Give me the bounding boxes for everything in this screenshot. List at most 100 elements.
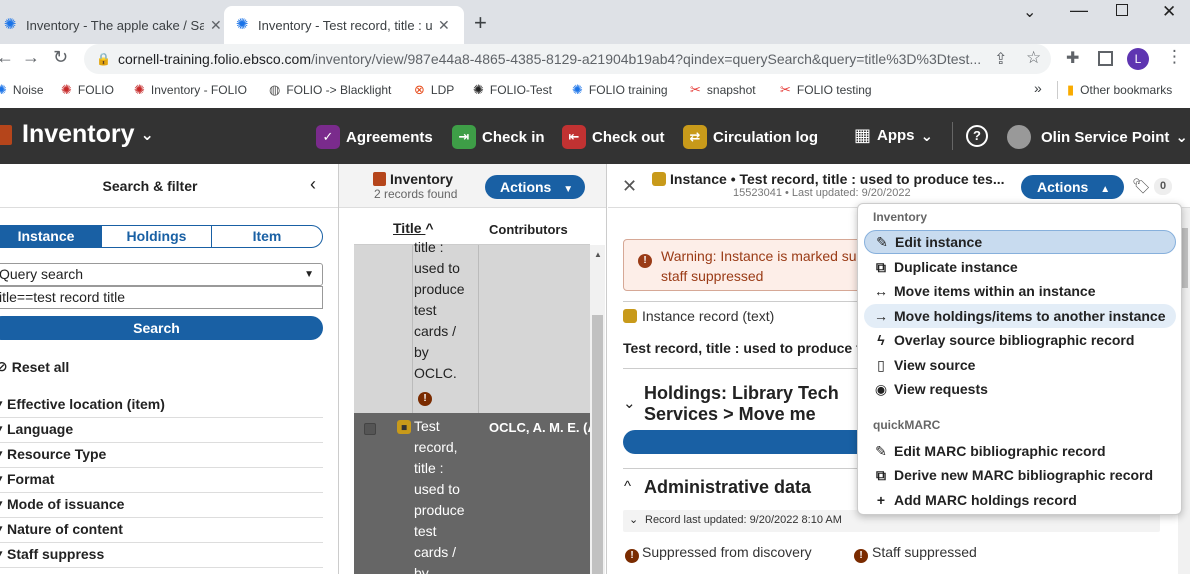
apps-menu-button[interactable]: ▦ Apps ⌄ (854, 125, 933, 146)
nav-circulation-log[interactable]: ⇄ Circulation log (683, 125, 818, 149)
maximize-button[interactable] (1116, 4, 1128, 16)
other-bookmarks[interactable]: ▮ Other bookmarks (1067, 82, 1172, 98)
browser-tab-1[interactable]: ✺ Inventory - The apple cake / Sand ✕ (0, 6, 222, 44)
segment-instance[interactable]: Instance (0, 225, 102, 248)
column-title[interactable]: Title ^ (393, 220, 434, 236)
bookmark-folio-blacklight[interactable]: ◍ FOLIO -> Blacklight (269, 82, 391, 98)
tag-count-badge: 0 (1154, 178, 1172, 195)
detail-actions-button[interactable]: Actions ▲ (1021, 175, 1124, 199)
menu-overlay-source-record[interactable]: ϟ Overlay source bibliographic record (864, 328, 1176, 352)
caret-up-icon: ▲ (1100, 184, 1111, 195)
holdings-heading[interactable]: Holdings: Library Tech Services > Move m… (644, 383, 839, 425)
bookmark-snapshot[interactable]: ✂ snapshot (690, 82, 756, 98)
bookmark-folio[interactable]: ✺ FOLIO (61, 82, 114, 98)
title-line: Test (414, 418, 440, 434)
menu-edit-instance[interactable]: ✎ Edit instance (864, 230, 1176, 254)
close-tab-icon[interactable]: ✕ (438, 17, 450, 34)
close-pane-icon[interactable]: ✕ (622, 176, 637, 197)
address-bar[interactable]: 🔒 cornell-training.folio.ebsco.com/inven… (84, 44, 1051, 74)
browser-tab-2[interactable]: ✺ Inventory - Test record, title : used … (224, 6, 464, 44)
profile-menu-button[interactable]: Olin Service Point ⌄ (1007, 125, 1188, 149)
menu-add-marc-holdings[interactable]: + Add MARC holdings record (864, 488, 1176, 512)
admin-heading[interactable]: Administrative data (644, 477, 811, 498)
nav-check-out[interactable]: ⇤ Check out (562, 125, 665, 149)
nav-agreements[interactable]: ✓ Agreements (316, 125, 433, 149)
reset-icon: ⊘ (0, 358, 8, 374)
title-line: cards / (414, 323, 457, 339)
facet-effective-location[interactable]: Effective location (item) (0, 393, 323, 418)
search-button[interactable]: Search (0, 316, 323, 340)
new-tab-button[interactable]: + (474, 10, 487, 36)
menu-view-requests[interactable]: ◉ View requests (864, 377, 1176, 401)
title-line: produce (414, 502, 465, 518)
column-contributors[interactable]: Contributors (489, 222, 568, 237)
scroll-up-icon[interactable]: ▲ (594, 250, 602, 259)
bookmark-ldp[interactable]: ⊗ LDP (414, 82, 454, 98)
menu-edit-marc-bib[interactable]: ✎ Edit MARC bibliographic record (864, 439, 1176, 463)
search-input[interactable]: itle==test record title (0, 286, 323, 309)
header-divider (952, 122, 953, 150)
gear-icon: ✺ (572, 82, 583, 97)
facet-mode-of-issuance[interactable]: Mode of issuance (0, 493, 323, 518)
app-title: Inventory (22, 120, 135, 148)
warning-icon: ! (418, 388, 432, 406)
more-bookmarks-button[interactable]: » (1034, 80, 1042, 96)
bookmark-folio-testing[interactable]: ✂ FOLIO testing (780, 82, 872, 98)
minimize-button[interactable]: — (1070, 0, 1088, 21)
menu-move-items-within[interactable]: ↔ Move items within an instance (864, 279, 1176, 303)
facet-nature-of-content[interactable]: Nature of content (0, 518, 323, 543)
table-row[interactable]: title : used to produce test cards / by OCLC. … (354, 239, 590, 413)
nav-check-in[interactable]: ⇥ Check in (452, 125, 545, 149)
help-icon[interactable]: ? (966, 125, 988, 147)
query-type-select[interactable]: Query search ▼ (0, 263, 323, 286)
facet-staff-suppress[interactable]: Staff suppress (0, 543, 323, 568)
menu-derive-marc-bib[interactable]: ⧉ Derive new MARC bibliographic record (864, 463, 1176, 487)
segment-holdings[interactable]: Holdings (101, 225, 212, 248)
facet-resource-type[interactable]: Resource Type (0, 443, 323, 468)
reset-all-button[interactable]: ⊘ Reset all (0, 358, 69, 375)
segment-item[interactable]: Item (211, 225, 323, 248)
scrollbar[interactable]: ▲ (590, 245, 605, 574)
close-window-button[interactable]: ✕ (1162, 2, 1176, 22)
tag-icon[interactable]: 🏷 (1132, 177, 1151, 195)
facet-format[interactable]: Format (0, 468, 323, 493)
reload-icon[interactable]: ↻ (53, 47, 68, 68)
tab-search-icon[interactable]: ⌄ (1023, 2, 1036, 22)
bookmark-star-icon[interactable]: ☆ (1026, 48, 1041, 68)
suppressed-from-discovery: Suppressed from discovery (642, 544, 812, 560)
results-actions-button[interactable]: Actions ▼ (485, 175, 585, 199)
marc-source-icon: ◾ (397, 420, 411, 434)
menu-duplicate-instance[interactable]: ⧉ Duplicate instance (864, 255, 1176, 279)
divider (623, 368, 873, 369)
collapse-pane-icon[interactable]: ‹ (310, 174, 316, 195)
menu-view-source[interactable]: ▯ View source (864, 353, 1176, 377)
facet-language[interactable]: Language (0, 418, 323, 443)
holdings-accordion-toggle[interactable]: ⌄ (623, 394, 636, 412)
table-row-selected[interactable]: ◾ Test record, title : used to produce test ca… (354, 413, 590, 581)
extensions-icon[interactable]: ✚ (1066, 48, 1079, 68)
bookmark-inventory-folio[interactable]: ✺ Inventory - FOLIO (134, 82, 247, 98)
add-item-button[interactable]: A (623, 430, 883, 454)
bookmark-noise[interactable]: ✺ Noise (0, 82, 44, 98)
gear-icon: ✺ (0, 82, 7, 97)
menu-item-label: Edit MARC bibliographic record (894, 443, 1106, 459)
close-tab-icon[interactable]: ✕ (210, 17, 222, 34)
query-type-value: Query search (0, 266, 84, 282)
menu-move-holdings-items[interactable]: → Move holdings/items to another instance (864, 304, 1176, 328)
arrow-right-icon: → (874, 308, 888, 324)
profile-avatar[interactable]: L (1127, 48, 1149, 70)
forward-icon[interactable]: → (22, 47, 40, 68)
admin-accordion-toggle[interactable]: ^ (624, 478, 631, 495)
share-icon[interactable]: ⇪ (994, 49, 1007, 69)
app-switcher[interactable]: Inventory ⌄ (22, 120, 154, 149)
gear-icon: ✺ (134, 82, 145, 97)
bookmark-folio-test[interactable]: ✺ FOLIO-Test (473, 82, 552, 98)
back-icon[interactable]: ← (0, 47, 14, 68)
scrollbar-thumb[interactable] (592, 315, 603, 574)
browser-menu-icon[interactable]: ⋮ (1166, 47, 1183, 67)
sidepanel-icon[interactable] (1098, 51, 1113, 66)
row-checkbox[interactable] (364, 423, 376, 435)
detail-subtitle: 15523041 • Last updated: 9/20/2022 (733, 187, 911, 199)
cell-divider (478, 245, 479, 413)
bookmark-folio-training[interactable]: ✺ FOLIO training (572, 82, 668, 98)
